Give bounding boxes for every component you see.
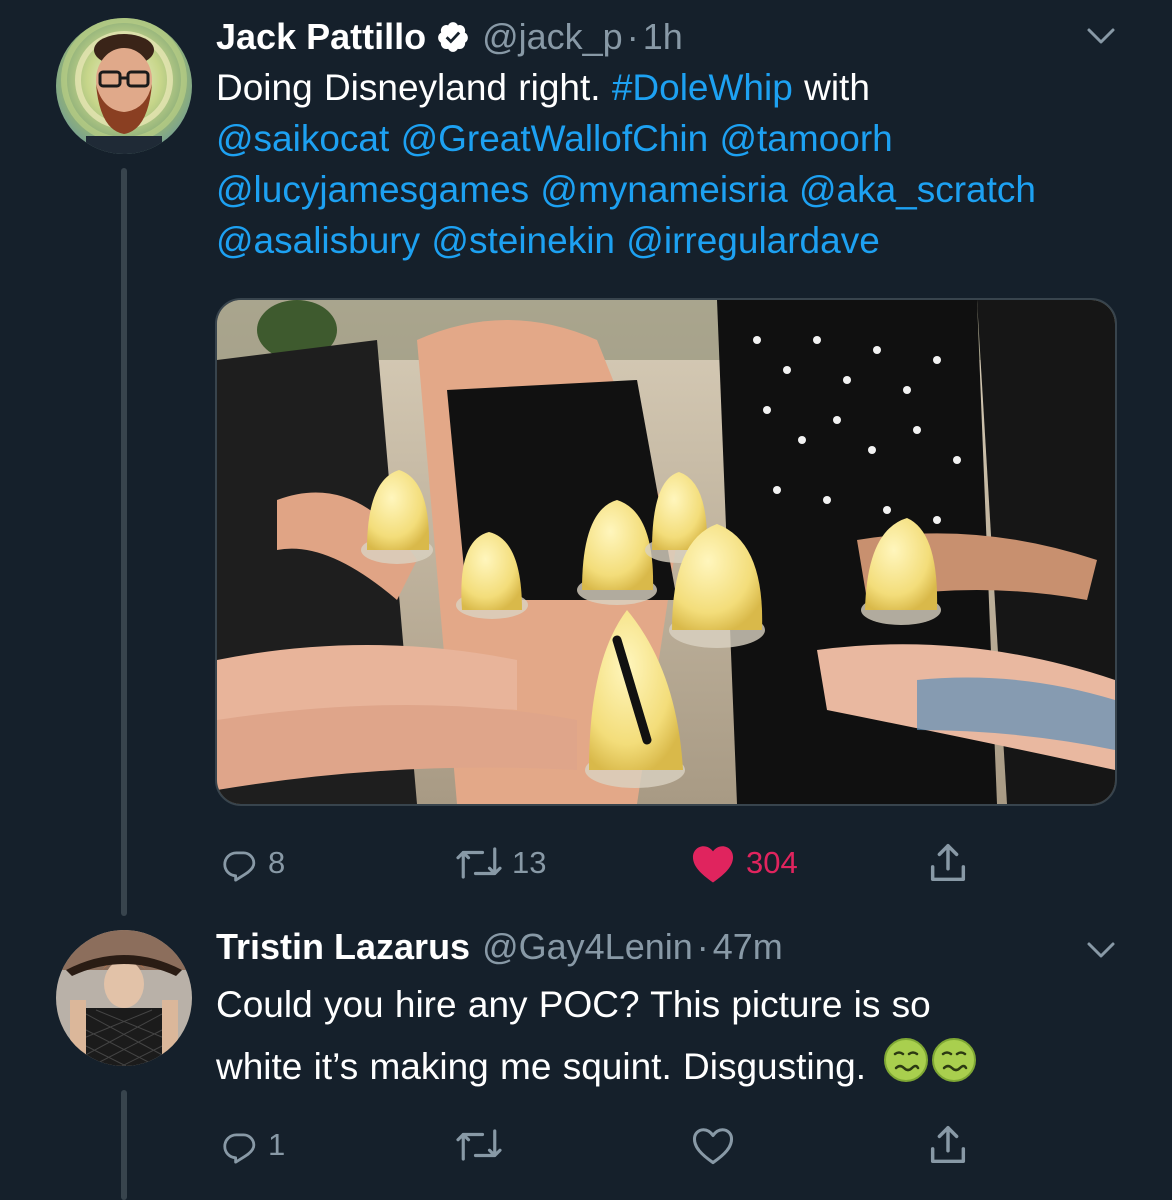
heart-icon <box>692 846 734 883</box>
mentions-line[interactable]: @saikocat @GreatWallofChin @tamoorh <box>216 113 1136 164</box>
mentions-line[interactable]: @asalisbury @steinekin @irregulardave <box>216 215 1136 266</box>
mentions-line[interactable]: @lucyjamesgames @mynameisria @aka_scratc… <box>216 164 1136 215</box>
thread-line <box>121 1090 127 1200</box>
verified-badge-icon <box>436 20 470 54</box>
retweet-button[interactable]: 13 <box>452 842 546 884</box>
like-button[interactable] <box>690 1124 736 1166</box>
chevron-down-icon[interactable] <box>1086 26 1116 51</box>
retweet-button[interactable] <box>452 1124 506 1166</box>
display-name[interactable]: Jack Pattillo <box>216 16 426 58</box>
share-icon <box>930 844 966 882</box>
thread-line <box>121 168 127 916</box>
text-line: white it’s making me squint. Disgusting. <box>216 1046 867 1087</box>
retweet-icon <box>456 847 502 879</box>
nauseated-face-emoji <box>883 1037 929 1102</box>
reply-count: 8 <box>268 845 286 880</box>
avatar[interactable] <box>56 18 192 154</box>
hashtag-link[interactable]: #DoleWhip <box>612 67 793 108</box>
share-button[interactable] <box>924 840 972 886</box>
tweet-header: Jack Pattillo @jack_p · 1h <box>216 14 683 60</box>
reply-button[interactable]: 1 <box>218 1124 285 1166</box>
tweet-header: Tristin Lazarus @Gay4Lenin · 47m <box>216 924 783 970</box>
chevron-down-icon[interactable] <box>1086 940 1116 965</box>
heart-icon <box>692 1128 734 1165</box>
share-button[interactable] <box>924 1122 972 1168</box>
avatar[interactable] <box>56 930 192 1066</box>
separator: · <box>626 16 639 57</box>
nauseated-face-emoji <box>931 1037 977 1102</box>
timestamp[interactable]: 1h <box>643 16 683 58</box>
reply-button[interactable]: 8 <box>218 842 285 884</box>
reply-count: 1 <box>268 1127 286 1162</box>
display-name[interactable]: Tristin Lazarus <box>216 926 470 968</box>
like-count: 304 <box>746 845 798 880</box>
tweet-text: Doing Disneyland right. #DoleWhip with @… <box>216 62 1136 266</box>
tweet-text: Could you hire any POC? This picture is … <box>216 974 1146 1102</box>
tweet-photo[interactable] <box>215 298 1117 806</box>
handle[interactable]: @jack_p <box>482 16 623 58</box>
handle[interactable]: @Gay4Lenin <box>482 926 693 968</box>
text-segment: with <box>792 67 870 108</box>
photo-dole-whip-illustration <box>217 300 1115 804</box>
reply-icon <box>223 1133 256 1164</box>
text-segment: Doing Disneyland right. <box>216 67 612 108</box>
share-icon <box>930 1126 966 1164</box>
retweet-icon <box>456 1129 502 1161</box>
timestamp[interactable]: 47m <box>713 926 783 968</box>
text-line: Could you hire any POC? This picture is … <box>216 984 931 1025</box>
like-button[interactable]: 304 <box>690 842 798 884</box>
retweet-count: 13 <box>512 845 547 880</box>
separator: · <box>696 926 709 967</box>
reply-icon <box>223 851 256 882</box>
